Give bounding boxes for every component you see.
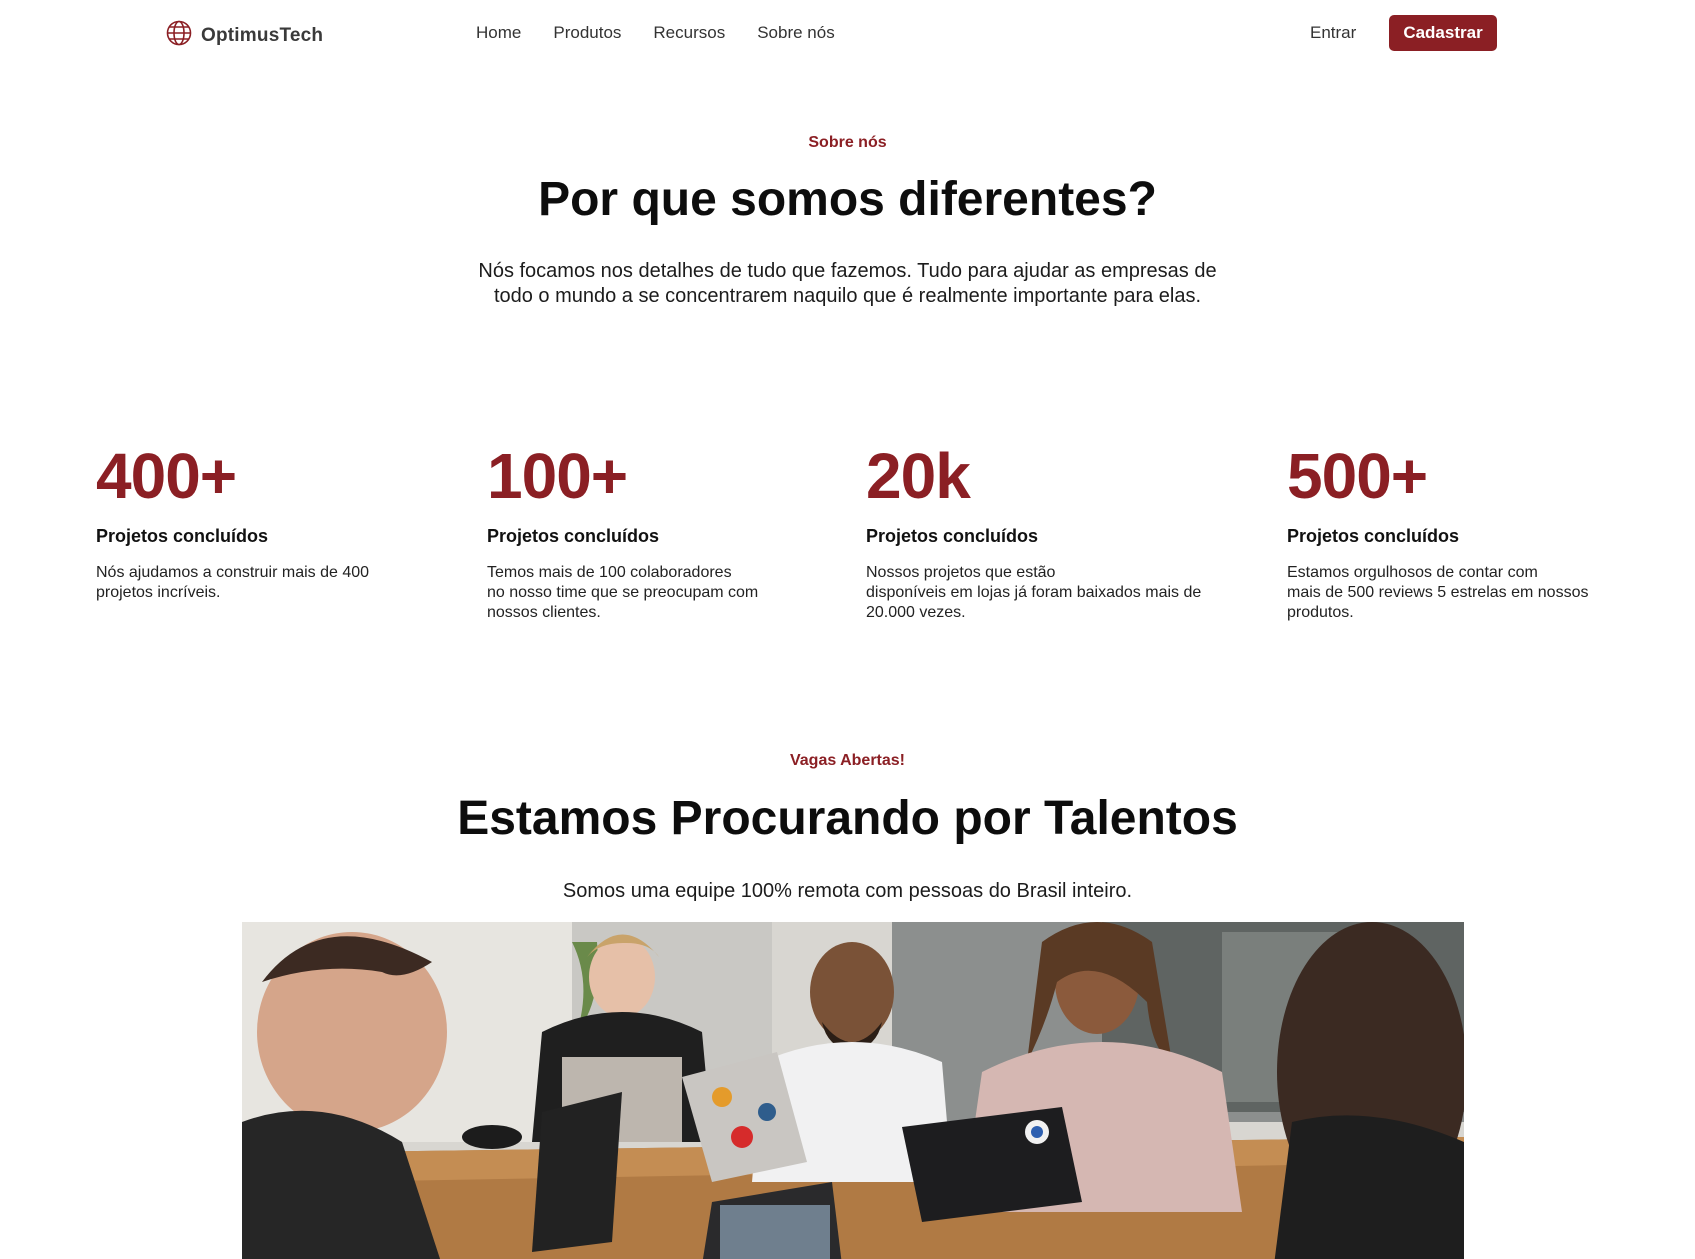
stat-title: Projetos concluídos	[487, 526, 660, 546]
login-link[interactable]: Entrar	[1310, 23, 1356, 43]
stat-description: Estamos orgulhosos de contar com mais de…	[1287, 564, 1589, 621]
careers-eyebrow: Vagas Abertas!	[789, 752, 905, 769]
stat-number: 100+	[487, 440, 628, 512]
about-lead-line-1: Nós focamos nos detalhes de tudo que faz…	[478, 260, 1217, 282]
about-lead: Nós focamos nos detalhes de tudo que faz…	[0, 259, 1695, 309]
stat-number: 500+	[1287, 440, 1428, 512]
top-navigation: OptimusTech Home Produtos Recursos Sobre…	[0, 0, 1695, 68]
globe-icon	[165, 19, 193, 52]
careers-title: Estamos Procurando por Talentos	[457, 792, 1238, 845]
stat-title: Projetos concluídos	[866, 526, 1039, 546]
stat-card: 20k Projetos concluídos Nossos projetos …	[866, 440, 1246, 623]
stat-card: 500+ Projetos concluídos Estamos orgulho…	[1287, 440, 1667, 623]
stat-card: 400+ Projetos concluídos Nós ajudamos a …	[96, 440, 436, 603]
stat-description: Nossos projetos que estão disponíveis em…	[866, 564, 1202, 621]
stat-description: Temos mais de 100 colaboradores no nosso…	[487, 564, 759, 621]
team-photo	[242, 922, 1464, 1259]
stat-card: 100+ Projetos concluídos Temos mais de 1…	[487, 440, 837, 623]
brand-name: OptimusTech	[201, 24, 324, 46]
main-menu: Home Produtos Recursos Sobre nós	[476, 23, 835, 43]
stat-description: Nós ajudamos a construir mais de 400 pro…	[96, 564, 370, 601]
stat-number: 400+	[96, 440, 237, 512]
signup-button[interactable]: Cadastrar	[1389, 15, 1497, 51]
stat-title: Projetos concluídos	[1287, 526, 1460, 546]
nav-link-recursos[interactable]: Recursos	[653, 23, 725, 43]
about-title: Por que somos diferentes?	[538, 173, 1157, 226]
about-lead-line-2: todo o mundo a se concentrarem naquilo q…	[493, 285, 1202, 307]
nav-link-sobre-nos[interactable]: Sobre nós	[757, 23, 835, 43]
stat-number: 20k	[866, 440, 971, 512]
stat-title: Projetos concluídos	[96, 526, 269, 546]
nav-link-home[interactable]: Home	[476, 23, 521, 43]
nav-link-produtos[interactable]: Produtos	[553, 23, 621, 43]
careers-lead: Somos uma equipe 100% remota com pessoas…	[562, 880, 1133, 902]
about-eyebrow: Sobre nós	[808, 134, 887, 151]
brand-logo[interactable]: OptimusTech	[165, 19, 323, 52]
